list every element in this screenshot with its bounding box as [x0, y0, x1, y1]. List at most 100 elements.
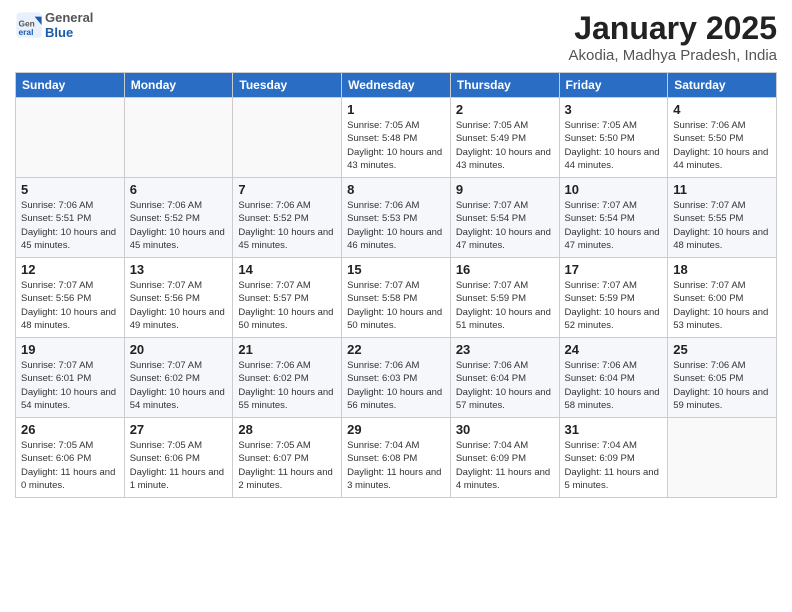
day-number: 13 — [130, 262, 228, 277]
day-number: 11 — [673, 182, 771, 197]
day-detail: Sunrise: 7:07 AM Sunset: 5:58 PM Dayligh… — [347, 279, 445, 332]
day-number: 5 — [21, 182, 119, 197]
day-cell: 22Sunrise: 7:06 AM Sunset: 6:03 PM Dayli… — [342, 338, 451, 418]
day-cell: 21 Sunrise: 7:06 AM Sunset: 6:02 PM Dayli… — [233, 338, 342, 418]
day-cell: 7Sunrise: 7:06 AM Sunset: 5:52 PM Daylig… — [233, 178, 342, 258]
day-cell: 23 Sunrise: 7:06 AM Sunset: 6:04 PM Dayli… — [450, 338, 559, 418]
day-cell: 31Sunrise: 7:04 AM Sunset: 6:09 PM Dayli… — [559, 418, 668, 498]
day-number: 28 — [238, 422, 336, 437]
day-number: 26 — [21, 422, 119, 437]
day-cell: 30Sunrise: 7:04 AM Sunset: 6:09 PM Dayli… — [450, 418, 559, 498]
day-detail: Sunrise: 7:06 AM Sunset: 5:52 PM Dayligh… — [130, 199, 228, 252]
col-monday: Monday — [124, 73, 233, 98]
day-number: 12 — [21, 262, 119, 277]
day-detail: Sunrise: 7:07 AM Sunset: 5:59 PM Dayligh… — [456, 279, 554, 332]
day-cell: 4Sunrise: 7:06 AM Sunset: 5:50 PM Daylig… — [668, 98, 777, 178]
day-cell: 5 Sunrise: 7:06 AM Sunset: 5:51 PM Daylig… — [16, 178, 125, 258]
day-cell: 24Sunrise: 7:06 AM Sunset: 6:04 PM Dayli… — [559, 338, 668, 418]
day-cell — [124, 98, 233, 178]
day-cell: 17Sunrise: 7:07 AM Sunset: 5:59 PM Dayli… — [559, 258, 668, 338]
col-saturday: Saturday — [668, 73, 777, 98]
day-detail: Sunrise: 7:07 AM Sunset: 6:02 PM Dayligh… — [130, 359, 228, 412]
day-detail: Sunrise: 7:05 AM Sunset: 5:48 PM Dayligh… — [347, 119, 445, 172]
day-cell: 28Sunrise: 7:05 AM Sunset: 6:07 PM Dayli… — [233, 418, 342, 498]
day-detail: Sunrise: 7:05 AM Sunset: 6:06 PM Dayligh… — [130, 439, 228, 492]
day-number: 10 — [565, 182, 663, 197]
day-number: 16 — [456, 262, 554, 277]
calendar-body: 1 Sunrise: 7:05 AM Sunset: 5:48 PM Daylig… — [16, 98, 777, 498]
day-detail: Sunrise: 7:05 AM Sunset: 6:06 PM Dayligh… — [21, 439, 119, 492]
day-number: 20 — [130, 342, 228, 357]
calendar: Sunday Monday Tuesday Wednesday Thursday… — [15, 72, 777, 498]
day-detail: Sunrise: 7:06 AM Sunset: 5:52 PM Dayligh… — [238, 199, 336, 252]
day-detail: Sunrise: 7:07 AM Sunset: 5:59 PM Dayligh… — [565, 279, 663, 332]
day-detail: Sunrise: 7:06 AM Sunset: 6:03 PM Dayligh… — [347, 359, 445, 412]
day-cell: 1 Sunrise: 7:05 AM Sunset: 5:48 PM Daylig… — [342, 98, 451, 178]
col-sunday: Sunday — [16, 73, 125, 98]
day-number: 27 — [130, 422, 228, 437]
svg-text:eral: eral — [19, 27, 34, 37]
day-number: 4 — [673, 102, 771, 117]
day-cell: 16 Sunrise: 7:07 AM Sunset: 5:59 PM Dayli… — [450, 258, 559, 338]
day-cell: 27 Sunrise: 7:05 AM Sunset: 6:06 PM Dayli… — [124, 418, 233, 498]
logo-blue: Blue — [45, 25, 73, 40]
header: Gen eral General Blue January 2025 Akodi… — [15, 10, 777, 64]
header-row: Sunday Monday Tuesday Wednesday Thursday… — [16, 73, 777, 98]
day-number: 3 — [565, 102, 663, 117]
col-wednesday: Wednesday — [342, 73, 451, 98]
day-number: 14 — [238, 262, 336, 277]
day-detail: Sunrise: 7:05 AM Sunset: 5:49 PM Dayligh… — [456, 119, 554, 172]
day-detail: Sunrise: 7:07 AM Sunset: 6:01 PM Dayligh… — [21, 359, 119, 412]
day-cell — [16, 98, 125, 178]
day-cell: 26 Sunrise: 7:05 AM Sunset: 6:06 PM Dayli… — [16, 418, 125, 498]
day-number: 8 — [347, 182, 445, 197]
day-number: 9 — [456, 182, 554, 197]
week-row-2: 12 Sunrise: 7:07 AM Sunset: 5:56 PM Dayli… — [16, 258, 777, 338]
day-cell: 18 Sunrise: 7:07 AM Sunset: 6:00 PM Dayli… — [668, 258, 777, 338]
day-number: 25 — [673, 342, 771, 357]
day-number: 1 — [347, 102, 445, 117]
day-number: 23 — [456, 342, 554, 357]
day-detail: Sunrise: 7:06 AM Sunset: 6:02 PM Dayligh… — [238, 359, 336, 412]
day-detail: Sunrise: 7:07 AM Sunset: 5:54 PM Dayligh… — [565, 199, 663, 252]
day-cell: 13Sunrise: 7:07 AM Sunset: 5:56 PM Dayli… — [124, 258, 233, 338]
title-block: January 2025 Akodia, Madhya Pradesh, Ind… — [569, 10, 777, 64]
day-detail: Sunrise: 7:07 AM Sunset: 5:57 PM Dayligh… — [238, 279, 336, 332]
day-cell: 2 Sunrise: 7:05 AM Sunset: 5:49 PM Daylig… — [450, 98, 559, 178]
day-detail: Sunrise: 7:06 AM Sunset: 6:05 PM Dayligh… — [673, 359, 771, 412]
week-row-0: 1 Sunrise: 7:05 AM Sunset: 5:48 PM Daylig… — [16, 98, 777, 178]
day-cell: 29Sunrise: 7:04 AM Sunset: 6:08 PM Dayli… — [342, 418, 451, 498]
day-cell: 15 Sunrise: 7:07 AM Sunset: 5:58 PM Dayli… — [342, 258, 451, 338]
week-row-4: 26 Sunrise: 7:05 AM Sunset: 6:06 PM Dayli… — [16, 418, 777, 498]
day-number: 18 — [673, 262, 771, 277]
day-detail: Sunrise: 7:04 AM Sunset: 6:09 PM Dayligh… — [456, 439, 554, 492]
day-cell: 12 Sunrise: 7:07 AM Sunset: 5:56 PM Dayli… — [16, 258, 125, 338]
day-cell: 10 Sunrise: 7:07 AM Sunset: 5:54 PM Dayli… — [559, 178, 668, 258]
day-detail: Sunrise: 7:07 AM Sunset: 5:55 PM Dayligh… — [673, 199, 771, 252]
col-friday: Friday — [559, 73, 668, 98]
day-cell — [233, 98, 342, 178]
day-detail: Sunrise: 7:07 AM Sunset: 6:00 PM Dayligh… — [673, 279, 771, 332]
day-cell: 3 Sunrise: 7:05 AM Sunset: 5:50 PM Daylig… — [559, 98, 668, 178]
day-number: 2 — [456, 102, 554, 117]
day-number: 15 — [347, 262, 445, 277]
page: Gen eral General Blue January 2025 Akodi… — [0, 0, 792, 612]
logo-icon: Gen eral — [15, 11, 43, 39]
col-thursday: Thursday — [450, 73, 559, 98]
day-cell — [668, 418, 777, 498]
title-month: January 2025 — [569, 10, 777, 47]
day-cell: 6Sunrise: 7:06 AM Sunset: 5:52 PM Daylig… — [124, 178, 233, 258]
day-detail: Sunrise: 7:06 AM Sunset: 6:04 PM Dayligh… — [456, 359, 554, 412]
day-cell: 14 Sunrise: 7:07 AM Sunset: 5:57 PM Dayli… — [233, 258, 342, 338]
day-detail: Sunrise: 7:06 AM Sunset: 5:51 PM Dayligh… — [21, 199, 119, 252]
logo-general: General — [45, 10, 93, 25]
day-detail: Sunrise: 7:07 AM Sunset: 5:54 PM Dayligh… — [456, 199, 554, 252]
day-number: 31 — [565, 422, 663, 437]
day-detail: Sunrise: 7:05 AM Sunset: 5:50 PM Dayligh… — [565, 119, 663, 172]
day-cell: 20 Sunrise: 7:07 AM Sunset: 6:02 PM Dayli… — [124, 338, 233, 418]
day-number: 21 — [238, 342, 336, 357]
logo: Gen eral General Blue — [15, 10, 93, 40]
day-number: 29 — [347, 422, 445, 437]
day-cell: 11 Sunrise: 7:07 AM Sunset: 5:55 PM Dayli… — [668, 178, 777, 258]
day-detail: Sunrise: 7:07 AM Sunset: 5:56 PM Dayligh… — [21, 279, 119, 332]
